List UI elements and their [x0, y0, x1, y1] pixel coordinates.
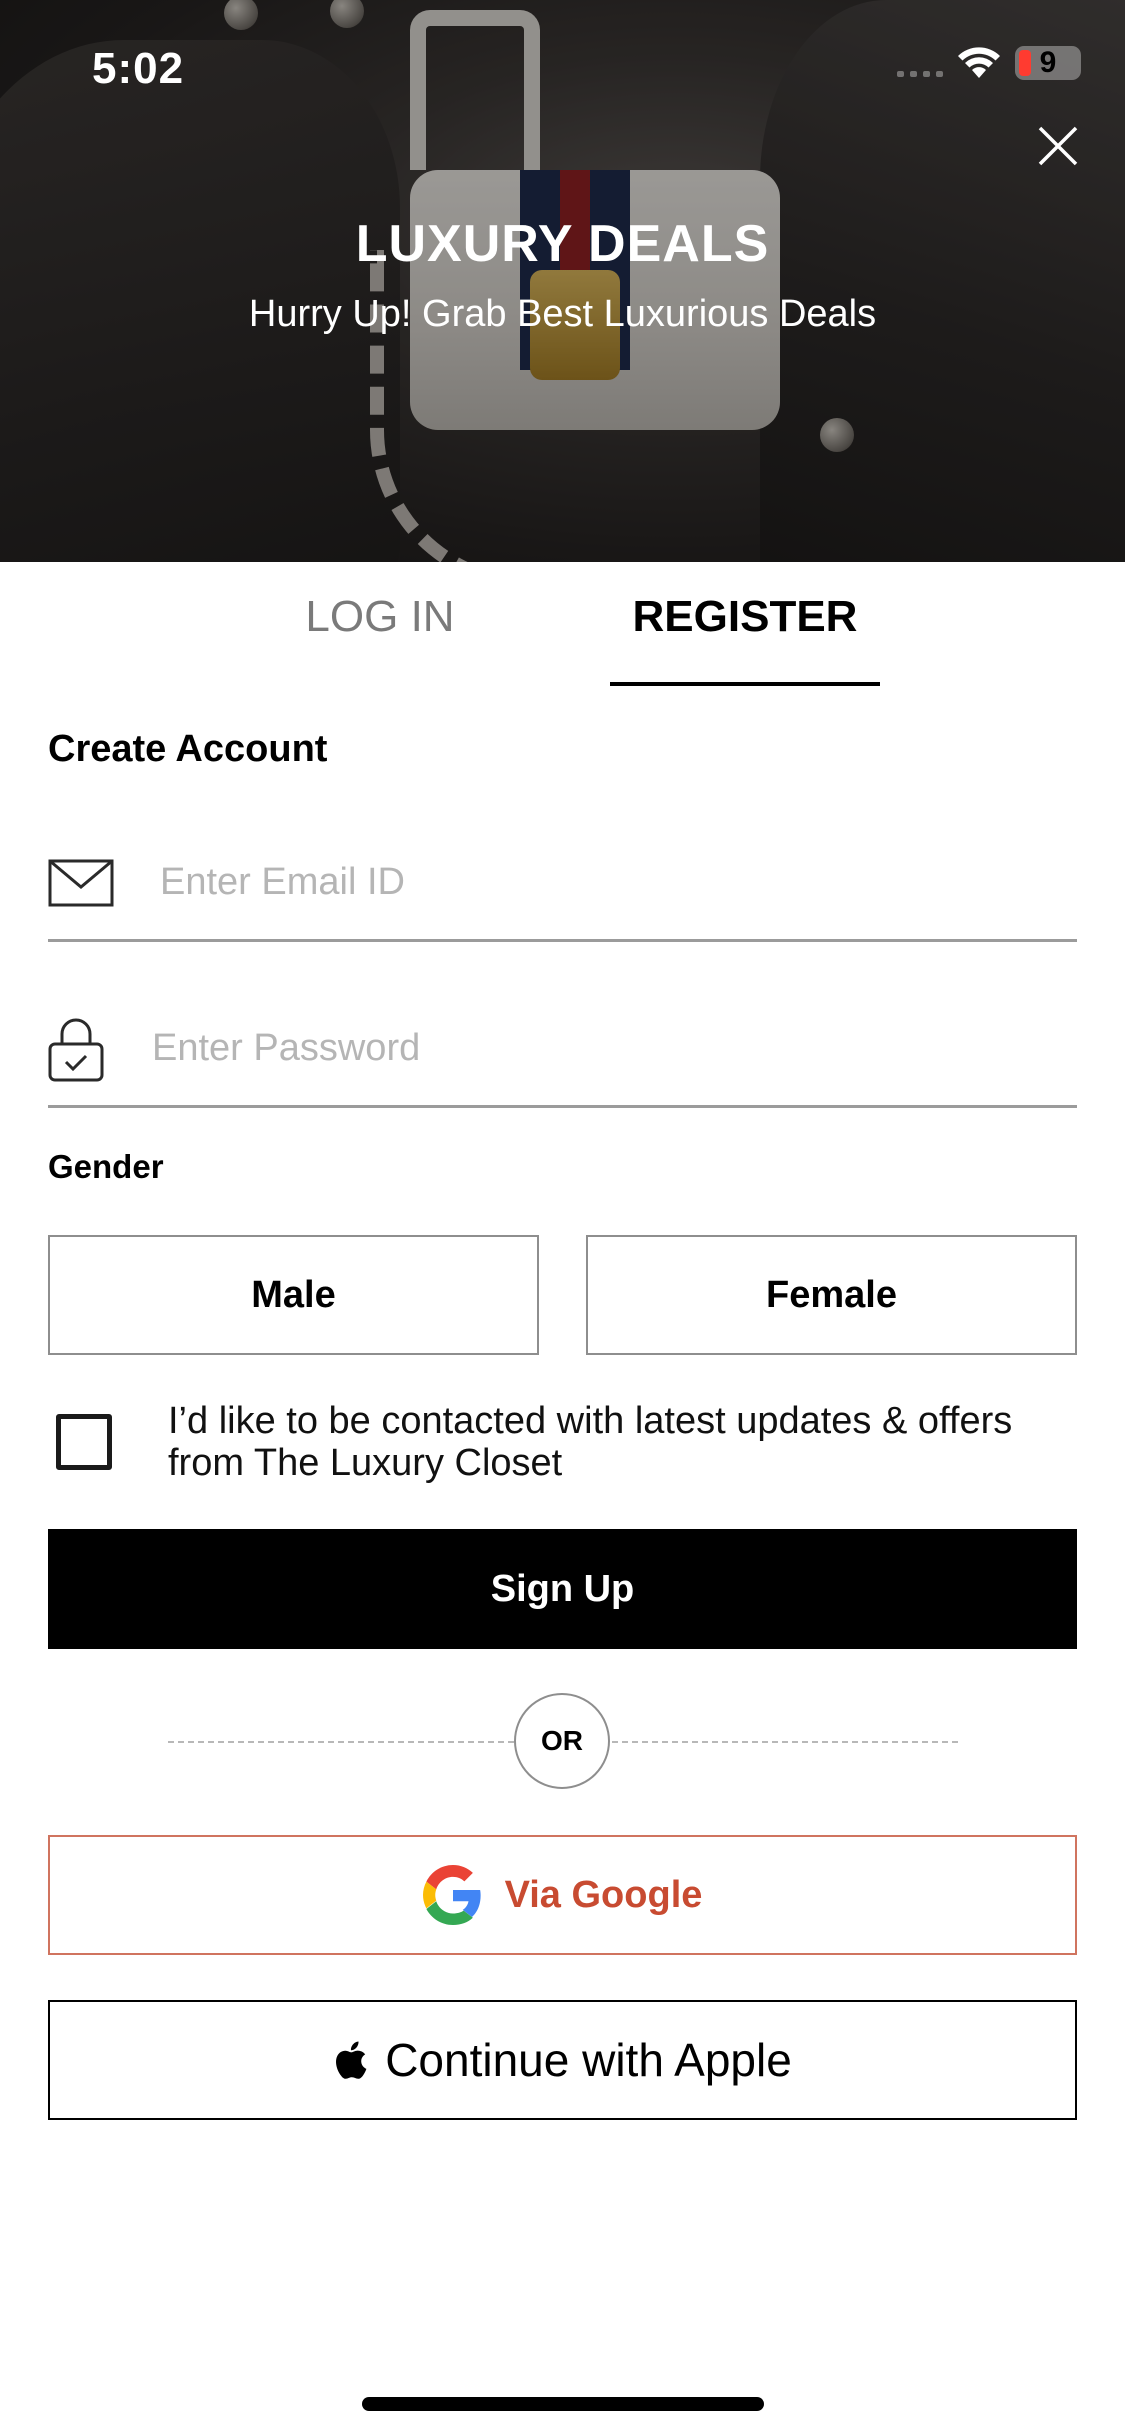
- password-input[interactable]: [152, 1027, 1052, 1070]
- email-field: [48, 826, 1077, 942]
- hero-title: LUXURY DEALS: [355, 215, 770, 273]
- google-button-label: Via Google: [504, 1873, 703, 1916]
- google-signin-button[interactable]: Via Google: [48, 1835, 1077, 1955]
- battery-icon: 9: [1015, 46, 1081, 80]
- status-indicators: 9: [897, 46, 1081, 80]
- consent-checkbox[interactable]: [56, 1414, 112, 1470]
- active-tab-underline: [610, 682, 880, 686]
- close-icon[interactable]: [1036, 124, 1080, 168]
- form-title: Create Account: [48, 728, 328, 770]
- battery-level: 9: [1039, 46, 1057, 79]
- home-indicator[interactable]: [362, 2397, 764, 2411]
- signal-icon: [897, 49, 943, 77]
- apple-button-label: Continue with Apple: [385, 2034, 792, 2086]
- divider-line-right: [612, 1741, 958, 1743]
- password-field: [48, 992, 1077, 1108]
- email-input[interactable]: [160, 861, 1060, 904]
- divider-line-left: [168, 1741, 514, 1743]
- gender-male-button[interactable]: Male: [48, 1235, 539, 1355]
- google-icon: [422, 1865, 481, 1925]
- hero-subtitle: Hurry Up! Grab Best Luxurious Deals: [248, 293, 877, 335]
- apple-icon: [336, 2041, 367, 2079]
- status-time: 5:02: [92, 44, 185, 93]
- gender-label: Gender: [48, 1148, 164, 1185]
- mail-icon: [48, 859, 114, 906]
- apple-signin-button[interactable]: Continue with Apple: [48, 2000, 1077, 2120]
- or-divider: OR: [514, 1693, 610, 1789]
- gender-female-button[interactable]: Female: [586, 1235, 1077, 1355]
- consent-label: I’d like to be contacted with latest upd…: [168, 1400, 1013, 1484]
- tab-log-in[interactable]: LOG IN: [270, 592, 490, 642]
- hero-banner: 5:02 9 LUXURY DEALS Hurry Up! Grab Best …: [0, 0, 1125, 562]
- lock-icon: [48, 1018, 104, 1081]
- sign-up-button[interactable]: Sign Up: [48, 1529, 1077, 1649]
- wifi-icon: [958, 47, 1000, 78]
- tab-register[interactable]: REGISTER: [610, 592, 880, 642]
